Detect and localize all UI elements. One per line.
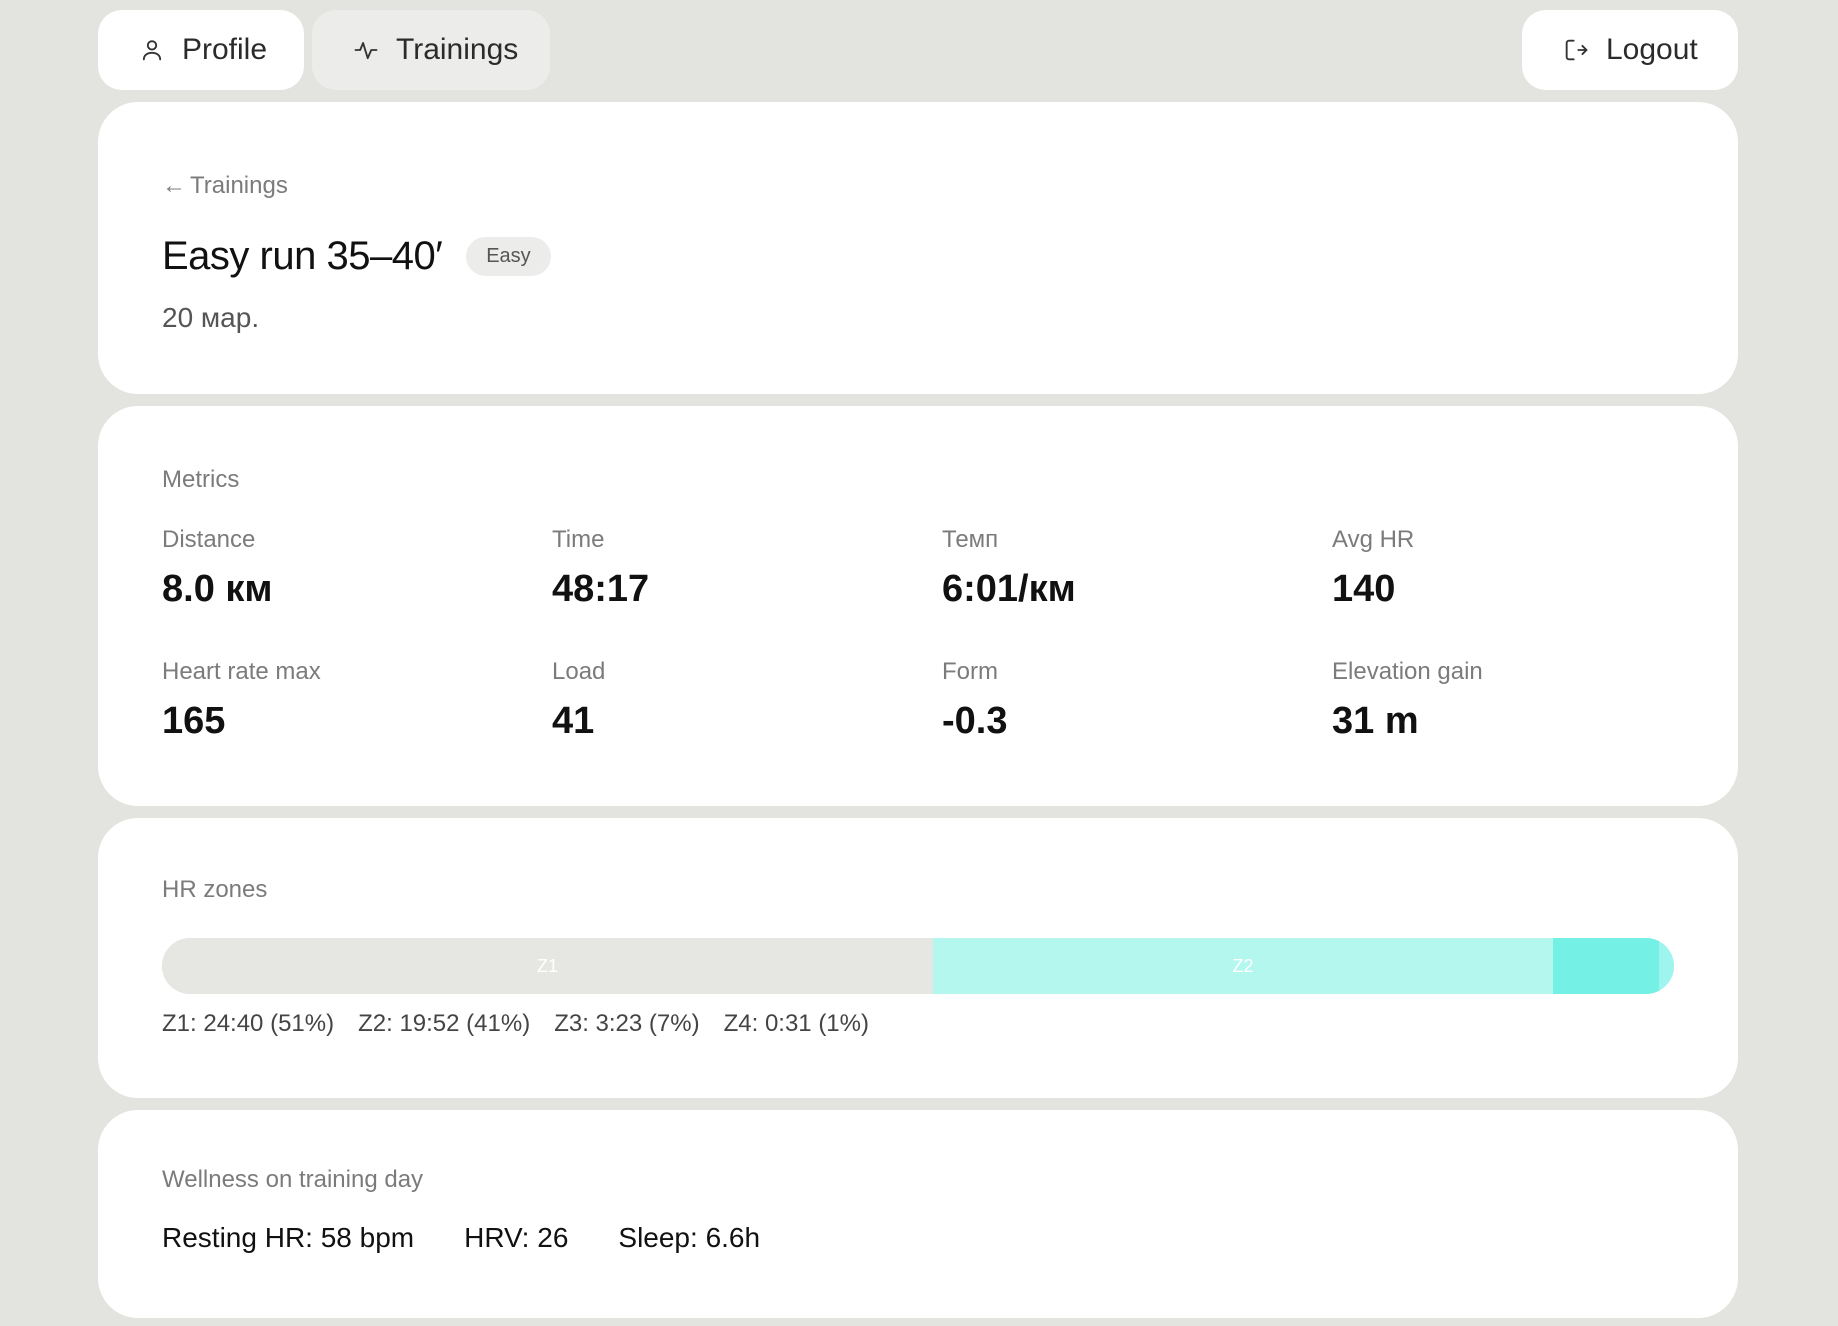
hr-zone-segment	[1553, 938, 1659, 994]
metric-value: -0.3	[942, 700, 1008, 742]
hr-zone-legend-item: Z3: 3:23 (7%)	[554, 1010, 700, 1037]
logout-icon	[1562, 36, 1590, 64]
hr-zones-card: HR zones Z1 Z2 Z1: 24:40 (51%) Z2: 19:52 (…	[98, 818, 1738, 1098]
activity-icon	[352, 36, 380, 64]
metric-label: Avg HR	[1332, 526, 1415, 553]
metric-label: Heart rate max	[162, 658, 321, 685]
metrics-section-label: Metrics	[162, 466, 240, 493]
hr-zone-legend-item: Z4: 0:31 (1%)	[723, 1010, 869, 1037]
metrics-card: Metrics Distance 8.0 км Time 48:17 Темп …	[98, 406, 1738, 806]
logout-button[interactable]: Logout	[1522, 10, 1738, 90]
metric-pace: Темп 6:01/км	[942, 526, 1302, 611]
metric-value: 140	[1332, 568, 1396, 610]
logout-label: Logout	[1606, 33, 1698, 66]
metric-value: 8.0 км	[162, 568, 273, 610]
back-link-label: Trainings	[190, 172, 288, 199]
page: Profile Trainings Logout ← Trainings Eas…	[0, 0, 1838, 1326]
metric-time: Time 48:17	[552, 526, 912, 611]
metric-value: 48:17	[552, 568, 650, 610]
metric-hr-max: Heart rate max 165	[162, 658, 522, 743]
hr-zone-segment: Z2	[933, 938, 1554, 994]
intensity-badge: Easy	[466, 237, 551, 276]
title-row: Easy run 35–40′ Easy	[162, 234, 551, 279]
wellness-row: Resting HR: 58 bpm HRV: 26 Sleep: 6.6h	[162, 1222, 760, 1254]
nav-trainings-button[interactable]: Trainings	[312, 10, 550, 90]
metric-label: Темп	[942, 526, 999, 553]
hr-zone-segment	[1658, 938, 1674, 994]
training-header-card: ← Trainings Easy run 35–40′ Easy 20 мар.	[98, 102, 1738, 394]
metric-label: Time	[552, 526, 605, 553]
sleep: Sleep: 6.6h	[618, 1222, 761, 1253]
hr-zone-segment: Z1	[162, 938, 934, 994]
metric-value: 41	[552, 700, 595, 742]
metric-label: Elevation gain	[1332, 658, 1483, 685]
hrv: HRV: 26	[464, 1222, 569, 1253]
hr-zones-section-label: HR zones	[162, 876, 268, 903]
resting-hr: Resting HR: 58 bpm	[162, 1222, 415, 1253]
nav-profile-label: Profile	[182, 33, 268, 66]
metric-load: Load 41	[552, 658, 912, 743]
hr-zone-legend-item: Z2: 19:52 (41%)	[358, 1010, 531, 1037]
metric-label: Distance	[162, 526, 256, 553]
metric-value: 165	[162, 700, 226, 742]
hr-zones-bar: Z1 Z2	[162, 938, 1674, 994]
user-icon	[138, 36, 166, 64]
metric-value: 31 m	[1332, 700, 1419, 742]
arrow-left-icon: ←	[162, 172, 186, 199]
metric-label: Form	[942, 658, 998, 685]
hr-zones-legend: Z1: 24:40 (51%) Z2: 19:52 (41%) Z3: 3:23 (…	[162, 1010, 869, 1038]
metric-elevation-gain: Elevation gain 31 m	[1332, 658, 1692, 743]
training-date: 20 мар.	[162, 302, 260, 333]
metric-avg-hr: Avg HR 140	[1332, 526, 1692, 611]
nav-profile-button[interactable]: Profile	[98, 10, 304, 90]
metric-value: 6:01/км	[942, 568, 1076, 610]
metric-label: Load	[552, 658, 606, 685]
metric-distance: Distance 8.0 км	[162, 526, 522, 611]
training-title: Easy run 35–40′	[162, 234, 443, 278]
wellness-section-label: Wellness on training day	[162, 1166, 424, 1193]
back-to-trainings-link[interactable]: ← Trainings	[162, 172, 288, 200]
nav-trainings-label: Trainings	[396, 33, 519, 66]
metric-form: Form -0.3	[942, 658, 1302, 743]
hr-zone-legend-item: Z1: 24:40 (51%)	[162, 1010, 335, 1037]
wellness-card: Wellness on training day Resting HR: 58 …	[98, 1110, 1738, 1318]
top-nav: Profile Trainings Logout	[98, 10, 1738, 90]
